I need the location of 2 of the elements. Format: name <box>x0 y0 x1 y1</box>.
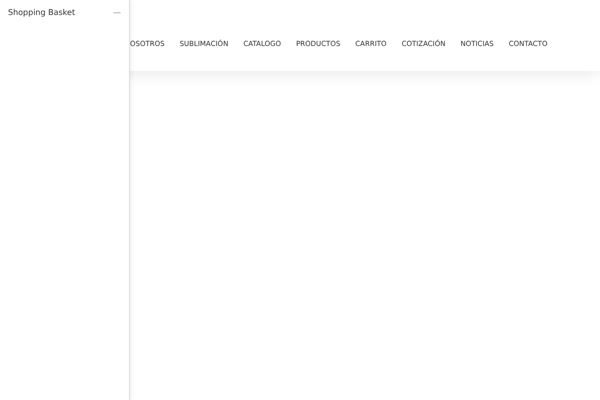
panel-title: Shopping Basket <box>8 7 76 19</box>
close-button[interactable]: — <box>113 9 121 17</box>
